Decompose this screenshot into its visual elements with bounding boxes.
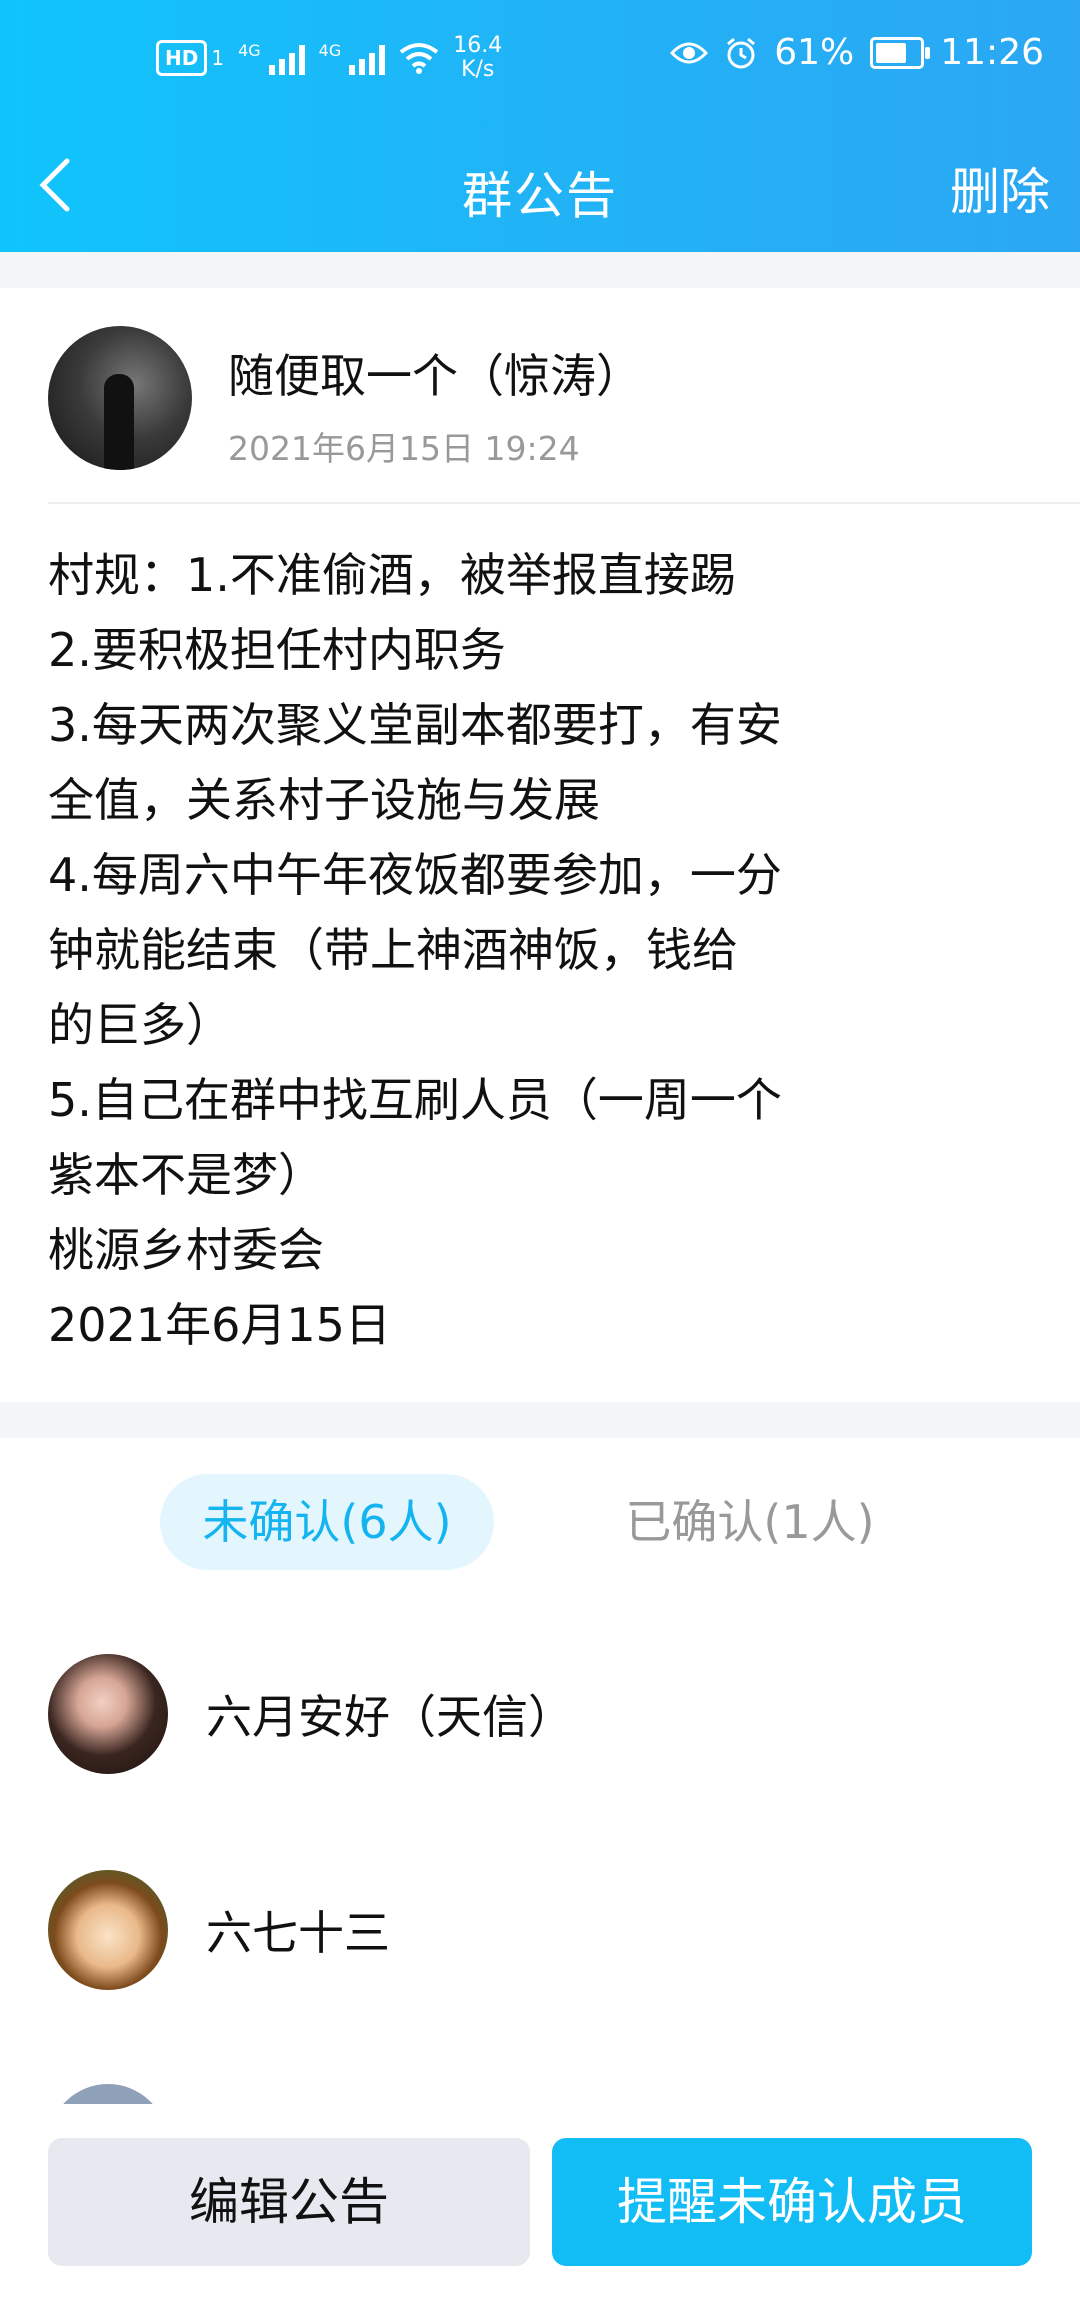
sim-index: 1: [211, 46, 225, 70]
page-title: 群公告: [462, 167, 618, 225]
avatar: [48, 1654, 168, 1774]
announcement-card: 随便取一个（惊涛） 2021年6月15日 19:24 村规：1.不准偷酒，被举报…: [0, 288, 1080, 1402]
list-item[interactable]: 六月安好（天信）: [48, 1654, 574, 1774]
delete-button[interactable]: 删除: [950, 152, 1050, 224]
member-name: 六七十三: [206, 1906, 390, 1960]
status-left: HD 1 4G 4G 16.4 K/s: [156, 34, 502, 82]
content-line: 钟就能结束（带上神酒神饭，钱给: [48, 923, 738, 977]
network-speed: 16.4 K/s: [453, 34, 502, 82]
avatar: [48, 2084, 168, 2104]
eye-icon: [670, 42, 709, 63]
content-line: 3.每天两次聚义堂副本都要打，有安: [48, 698, 782, 752]
network-type-1: 4G: [238, 41, 261, 60]
content-line: 4.每周六中午年夜饭都要参加，一分: [48, 848, 782, 902]
post-timestamp: 2021年6月15日 19:24: [228, 429, 580, 468]
tab-confirmed[interactable]: 已确认(1人): [600, 1474, 900, 1570]
avatar-figure: [104, 374, 134, 470]
alarm-icon: [727, 37, 756, 68]
status-bar: HD 1 4G 4G 16.4 K/s 61% 11:26: [0, 0, 1080, 120]
announcement-content: 村规：1.不准偷酒，被举报直接踢 2.要积极担任村内职务 3.每天两次聚义堂副本…: [48, 538, 1028, 1363]
content-line: 紫本不是梦）: [48, 1148, 324, 1202]
content-line: 2.要积极担任村内职务: [48, 623, 506, 677]
tab-unconfirmed[interactable]: 未确认(6人): [160, 1474, 494, 1570]
battery-fill: [876, 42, 906, 63]
network-type-2: 4G: [318, 41, 342, 60]
signal-icon-2: 4G: [319, 41, 386, 75]
divider: [48, 502, 1080, 504]
content-line: 的巨多）: [48, 998, 232, 1052]
header: HD 1 4G 4G 16.4 K/s 61% 11:26 群公告 删除: [0, 0, 1080, 252]
edit-announcement-button[interactable]: 编辑公告: [48, 2138, 530, 2266]
status-right: 61% 11:26: [670, 32, 1044, 73]
battery-percent: 61%: [774, 32, 855, 73]
partial-avatar: [48, 2084, 168, 2104]
signal-icon: 4G: [238, 41, 305, 75]
content-line: 桃源乡村委会: [48, 1223, 324, 1277]
hd-icon: HD: [156, 40, 208, 76]
content-line: 全值，关系村子设施与发展: [48, 773, 600, 827]
clock: 11:26: [940, 32, 1044, 73]
content-line: 5.自己在群中找互刷人员（一周一个: [48, 1073, 782, 1127]
content-line: 2021年6月15日: [48, 1298, 391, 1352]
remind-unconfirmed-button[interactable]: 提醒未确认成员: [552, 2138, 1032, 2266]
action-bar: 编辑公告 提醒未确认成员: [0, 2104, 1080, 2310]
speed-unit: K/s: [461, 57, 495, 82]
avatar: [48, 1870, 168, 1990]
nav-bar: 群公告 删除: [0, 120, 1080, 252]
content-line: 村规：1.不准偷酒，被举报直接踢: [48, 548, 736, 602]
battery-icon: [870, 36, 931, 69]
speed-value: 16.4: [453, 33, 503, 58]
member-name: 六月安好（天信）: [206, 1690, 574, 1744]
avatar[interactable]: [48, 326, 192, 470]
wifi-icon: [400, 43, 439, 74]
list-item[interactable]: 六七十三: [48, 1870, 390, 1990]
author-name: 随便取一个（惊涛）: [228, 349, 642, 403]
